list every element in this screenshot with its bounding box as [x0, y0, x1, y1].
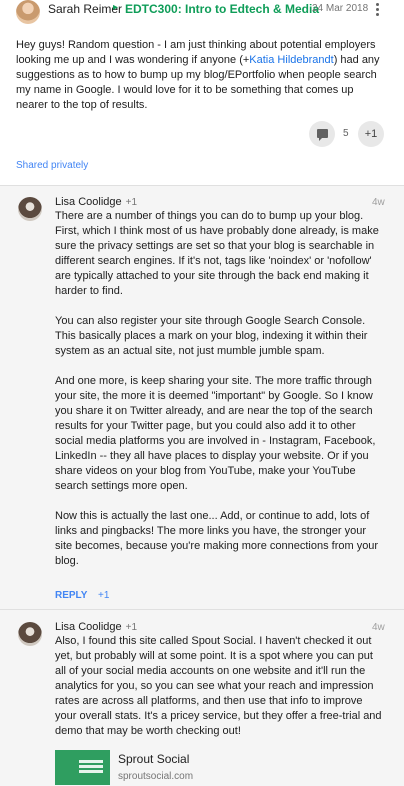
divider — [0, 609, 404, 610]
comment-paragraph: Also, I found this site called Spout Soc… — [55, 635, 382, 737]
post-card: Sarah Reimer ▸ EDTC300: Intro to Edtech … — [0, 0, 404, 185]
post-body: Hey guys! Random question - I am just th… — [16, 38, 388, 113]
comment-body: Also, I found this site called Spout Soc… — [55, 634, 385, 754]
post-date: 24 Mar 2018 — [312, 3, 369, 14]
comment-paragraph: And one more, is keep sharing your site.… — [55, 375, 376, 492]
more-vert-icon[interactable] — [372, 2, 382, 18]
post-author[interactable]: Sarah Reimer — [48, 2, 122, 16]
link-title[interactable]: Sprout Social — [118, 752, 189, 766]
comment-author-name[interactable]: Lisa Coolidge — [55, 621, 122, 633]
comment-author-name[interactable]: Lisa Coolidge — [55, 196, 122, 208]
comment-plus-count: +1 — [125, 622, 138, 633]
comment-icon — [317, 129, 328, 141]
community-arrow-icon: ▸ — [113, 2, 119, 13]
comment-plus-count: +1 — [125, 197, 138, 208]
link-domain: sproutsocial.com — [118, 771, 194, 782]
comment-paragraph: Now this is actually the last one... Add… — [55, 510, 379, 567]
comment-time: 4w — [372, 622, 385, 633]
link-preview-card[interactable]: Sprout Social sproutsocial.com — [55, 750, 385, 785]
comment-paragraph: There are a number of things you can do … — [55, 210, 379, 297]
comment-author[interactable]: Lisa Coolidge +1 — [55, 196, 137, 208]
comment-count: 5 — [343, 128, 349, 139]
comment-author[interactable]: Lisa Coolidge +1 — [55, 621, 137, 633]
comment-time: 4w — [372, 197, 385, 208]
comment-paragraph: You can also register your site through … — [55, 315, 368, 357]
link-thumbnail — [55, 750, 110, 785]
comment-plus-one-button[interactable]: +1 — [98, 590, 109, 601]
shared-privately-link[interactable]: Shared privately — [16, 160, 88, 171]
reply-button[interactable]: REPLY — [55, 590, 87, 601]
plus-one-button[interactable]: +1 — [358, 121, 384, 147]
community-link[interactable]: EDTC300: Intro to Edtech & Media — [125, 2, 319, 16]
comment-body: There are a number of things you can do … — [55, 209, 385, 584]
author-avatar[interactable] — [16, 0, 40, 24]
comments-button[interactable] — [309, 121, 335, 147]
comment-avatar[interactable] — [18, 197, 42, 221]
comment-avatar[interactable] — [18, 622, 42, 646]
mention-link[interactable]: Katia Hildebrandt — [249, 54, 333, 66]
